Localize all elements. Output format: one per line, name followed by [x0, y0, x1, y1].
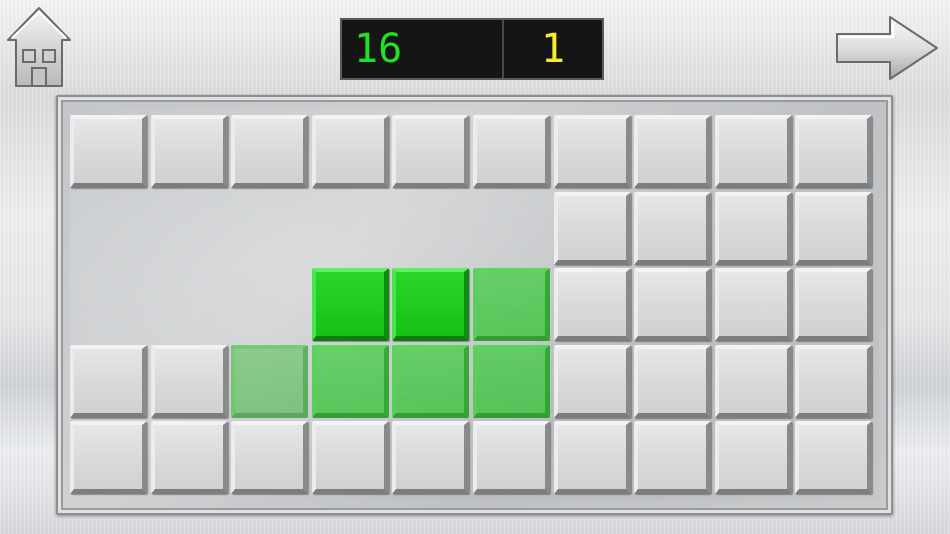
- gray-tile[interactable]: [795, 115, 873, 188]
- next-button[interactable]: [834, 14, 940, 82]
- green-block[interactable]: [392, 268, 470, 341]
- gray-tile[interactable]: [714, 268, 792, 341]
- right-arrow-icon: [836, 16, 938, 80]
- house-icon: [7, 7, 71, 87]
- gray-tile[interactable]: [311, 421, 389, 494]
- ghost-tile: [392, 344, 470, 418]
- gray-tile[interactable]: [553, 268, 631, 341]
- game-board: [56, 95, 893, 515]
- ghost-tile: [473, 268, 550, 341]
- gray-tile[interactable]: [553, 115, 631, 188]
- gray-tile[interactable]: [392, 421, 470, 494]
- gray-tile[interactable]: [795, 268, 873, 341]
- gray-tile[interactable]: [231, 421, 309, 494]
- gray-tile[interactable]: [634, 191, 712, 265]
- gray-tile[interactable]: [795, 344, 873, 418]
- gray-tile[interactable]: [795, 421, 873, 494]
- gray-tile[interactable]: [70, 344, 147, 418]
- gray-tile[interactable]: [70, 115, 147, 188]
- gray-tile[interactable]: [634, 421, 712, 494]
- gray-tile[interactable]: [473, 421, 550, 494]
- gray-tile[interactable]: [553, 191, 631, 265]
- ghost-tile: [311, 344, 389, 418]
- gray-tile[interactable]: [231, 115, 309, 188]
- scoreboard: 16 1: [340, 18, 604, 80]
- ghost-tile: [231, 344, 309, 418]
- gray-tile[interactable]: [714, 344, 792, 418]
- gray-tile[interactable]: [714, 115, 792, 188]
- gray-tile[interactable]: [150, 421, 228, 494]
- gray-tile[interactable]: [392, 115, 470, 188]
- gray-tile[interactable]: [553, 344, 631, 418]
- gray-tile[interactable]: [634, 115, 712, 188]
- gray-tile[interactable]: [714, 191, 792, 265]
- level-counter: 1: [540, 26, 566, 72]
- gray-tile[interactable]: [795, 191, 873, 265]
- ghost-tile: [473, 344, 550, 418]
- gray-tile[interactable]: [634, 268, 712, 341]
- gray-tile[interactable]: [714, 421, 792, 494]
- gray-tile[interactable]: [70, 421, 147, 494]
- gray-tile[interactable]: [634, 344, 712, 418]
- gray-tile[interactable]: [473, 115, 550, 188]
- green-block[interactable]: [311, 268, 389, 341]
- gray-tile[interactable]: [553, 421, 631, 494]
- moves-counter: 16: [342, 20, 504, 78]
- gray-tile[interactable]: [150, 344, 228, 418]
- gray-tile[interactable]: [150, 115, 228, 188]
- gray-tile[interactable]: [311, 115, 389, 188]
- home-button[interactable]: [6, 6, 72, 88]
